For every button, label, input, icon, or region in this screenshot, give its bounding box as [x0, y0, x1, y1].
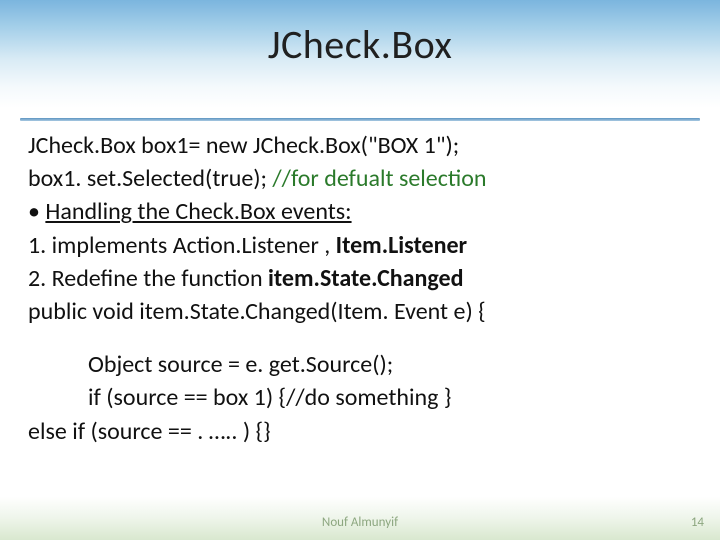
code-text: else if (source == . ….. ) {}: [28, 417, 271, 446]
bold-text: Item.Listener: [336, 231, 467, 260]
code-text: public void item.State.Changed(Item. Eve…: [28, 297, 486, 326]
code-line-2: box1. set.Selected(true); //for defualt …: [28, 163, 692, 194]
section-heading: Handling the Check.Box events:: [45, 197, 351, 226]
bullet-line: • Handling the Check.Box events:: [28, 196, 692, 227]
slide: JCheck.Box JCheck.Box box1= new JCheck.B…: [0, 0, 720, 540]
footer-author: Nouf Almunyif: [0, 515, 720, 530]
list-text: 2. Redefine the function: [28, 264, 268, 293]
body-content: JCheck.Box box1= new JCheck.Box("BOX 1")…: [28, 130, 692, 449]
page-title: JCheck.Box: [268, 20, 453, 69]
bold-text: item.State.Changed: [268, 264, 464, 293]
bullet-marker: •: [28, 197, 45, 226]
code-line-9: else if (source == . ….. ) {}: [28, 416, 692, 447]
code-line-6: public void item.State.Changed(Item. Eve…: [28, 296, 692, 327]
code-line-7: Object source = e. get.Source();: [28, 349, 692, 380]
footer-page-number: 14: [691, 515, 704, 530]
code-line-1: JCheck.Box box1= new JCheck.Box("BOX 1")…: [28, 130, 692, 161]
title-area: JCheck.Box: [0, 20, 720, 69]
code-text: JCheck.Box box1= new JCheck.Box("BOX 1")…: [28, 131, 459, 160]
list-text: 1. implements Action.Listener ,: [28, 231, 336, 260]
numbered-line-2: 2. Redefine the function item.State.Chan…: [28, 263, 692, 294]
numbered-line-1: 1. implements Action.Listener , Item.Lis…: [28, 230, 692, 261]
code-comment: //for defualt selection: [272, 164, 486, 193]
code-text: box1. set.Selected(true);: [28, 164, 272, 193]
code-line-8: if (source == box 1) {//do something }: [28, 382, 692, 413]
code-text: Object source = e. get.Source();: [88, 350, 393, 379]
code-text: if (source == box 1) {//do something }: [88, 383, 451, 412]
title-divider: [20, 118, 700, 121]
